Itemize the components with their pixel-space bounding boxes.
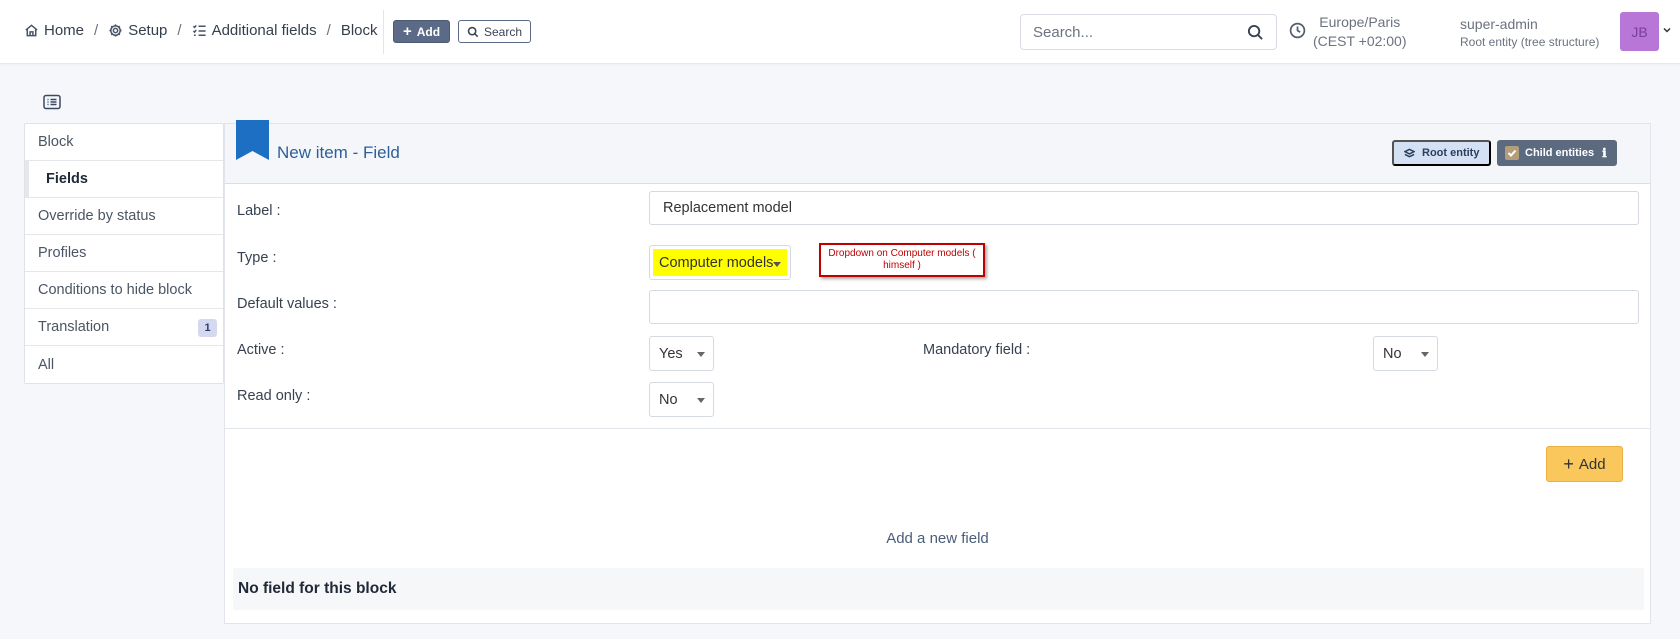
form-title: New item - Field xyxy=(277,143,400,162)
divider xyxy=(225,428,1650,429)
header-divider xyxy=(383,10,384,54)
root-entity-label: Root entity xyxy=(1422,147,1480,159)
type-select[interactable]: Computer models xyxy=(649,245,791,280)
sidebar-item-label: Block xyxy=(38,134,74,150)
breadcrumb-additional-fields[interactable]: Additional fields xyxy=(192,22,317,39)
checkbox-icon[interactable] xyxy=(1505,146,1519,160)
default-values-label: Default values : xyxy=(237,296,337,312)
top-header: Home / Setup / Additional fields / Block… xyxy=(0,0,1680,64)
search-button-label: Search xyxy=(484,24,523,39)
read-only-label: Read only : xyxy=(237,388,311,404)
annotation-callout: Dropdown on Computer models ( himself ) xyxy=(819,243,985,277)
caret-down-icon xyxy=(697,352,705,357)
sidebar-item-all[interactable]: All xyxy=(25,346,223,383)
avatar[interactable]: JB xyxy=(1620,12,1659,51)
active-select[interactable]: Yes xyxy=(649,336,714,371)
search-button[interactable]: Search xyxy=(458,20,532,43)
root-entity-button[interactable]: Root entity xyxy=(1392,140,1492,166)
gear-icon xyxy=(109,24,122,37)
child-entities-toggle[interactable]: Child entities ℹ xyxy=(1497,140,1617,166)
plus-icon: + xyxy=(403,23,412,40)
breadcrumb-separator: / xyxy=(94,22,99,39)
sidebar-item-conditions-to-hide-block[interactable]: Conditions to hide block xyxy=(25,272,223,309)
global-search xyxy=(1020,14,1277,50)
home-icon xyxy=(25,24,38,37)
checklist-icon xyxy=(192,24,206,36)
sidebar-item-label: Translation xyxy=(38,319,110,335)
count-badge: 1 xyxy=(198,319,217,337)
add-field-button-label: Add xyxy=(1578,455,1606,473)
user-menu[interactable]: super-admin Root entity (tree structure) xyxy=(1460,15,1599,51)
label-field-label: Label : xyxy=(237,203,281,219)
info-icon[interactable]: ℹ xyxy=(1602,146,1607,160)
default-values-input[interactable] xyxy=(649,290,1639,324)
sidebar-item-fields[interactable]: Fields xyxy=(25,161,223,198)
read-only-select-value: No xyxy=(659,391,678,408)
breadcrumb-setup[interactable]: Setup xyxy=(108,22,167,39)
breadcrumb-home[interactable]: Home xyxy=(24,22,84,39)
field-form-card: New item - Field Root entity Child entit… xyxy=(224,120,1651,624)
type-select-value: Computer models xyxy=(653,249,787,276)
mandatory-label: Mandatory field : xyxy=(923,342,1031,358)
type-select-text: Computer models xyxy=(659,254,774,271)
breadcrumb-home-label: Home xyxy=(44,22,85,39)
active-label: Active : xyxy=(237,342,285,358)
breadcrumb-block[interactable]: Block xyxy=(341,22,378,39)
sidebar-item-translation[interactable]: Translation 1 xyxy=(25,309,223,346)
sidebar-item-override-by-status[interactable]: Override by status xyxy=(25,198,223,235)
empty-state: No field for this block xyxy=(233,568,1644,610)
caret-down-icon xyxy=(1421,352,1429,357)
global-search-input[interactable] xyxy=(1021,15,1241,49)
breadcrumb-separator: / xyxy=(177,22,182,39)
breadcrumb: Home / Setup / Additional fields / Block xyxy=(24,22,378,39)
timezone-display[interactable]: Europe/Paris (CEST +02:00) xyxy=(1313,13,1407,51)
user-entity: Root entity (tree structure) xyxy=(1460,35,1600,49)
sidebar-item-block[interactable]: Block xyxy=(25,124,223,161)
timezone-name: Europe/Paris xyxy=(1319,14,1401,30)
caret-down-icon xyxy=(773,262,781,267)
type-field-label: Type : xyxy=(237,250,277,266)
breadcrumb-additional-fields-label: Additional fields xyxy=(211,22,317,39)
empty-state-message: No field for this block xyxy=(238,580,397,597)
read-only-select[interactable]: No xyxy=(649,382,714,417)
caret-down-icon xyxy=(697,398,705,403)
mandatory-select[interactable]: No xyxy=(1373,336,1438,371)
mandatory-select-value: No xyxy=(1383,345,1402,362)
layers-icon xyxy=(1404,148,1415,158)
sidebar-item-label: All xyxy=(38,356,55,373)
sidebar-item-profiles[interactable]: Profiles xyxy=(25,235,223,272)
bookmark-icon xyxy=(236,120,269,160)
sidebar-item-label: Conditions to hide block xyxy=(38,282,192,298)
sidebar-item-label: Profiles xyxy=(38,245,87,261)
sidebar-item-label: Override by status xyxy=(38,208,156,224)
timezone-offset: (CEST +02:00) xyxy=(1313,33,1407,49)
breadcrumb-block-label: Block xyxy=(340,22,378,39)
chevron-down-icon[interactable] xyxy=(1663,26,1671,34)
breadcrumb-separator: / xyxy=(326,22,331,39)
sidebar-item-label: Fields xyxy=(46,171,88,187)
search-icon[interactable] xyxy=(1247,24,1264,41)
search-icon xyxy=(467,26,479,37)
add-button[interactable]: + Add xyxy=(393,20,451,43)
card-header: New item - Field Root entity Child entit… xyxy=(225,120,1650,184)
child-entities-label: Child entities xyxy=(1525,147,1595,159)
label-input[interactable]: Replacement model xyxy=(649,191,1639,225)
breadcrumb-setup-label: Setup xyxy=(128,22,168,39)
clock-icon xyxy=(1289,22,1306,39)
sidebar-tabs: Block Fields Override by status Profiles… xyxy=(24,123,224,384)
add-new-field-heading: Add a new field xyxy=(886,530,989,547)
list-view-icon[interactable] xyxy=(43,94,61,110)
plus-icon: + xyxy=(1563,454,1574,474)
add-button-label: Add xyxy=(416,24,441,39)
active-select-value: Yes xyxy=(659,345,683,362)
add-field-button[interactable]: + Add xyxy=(1546,446,1623,482)
user-name: super-admin xyxy=(1460,16,1538,32)
